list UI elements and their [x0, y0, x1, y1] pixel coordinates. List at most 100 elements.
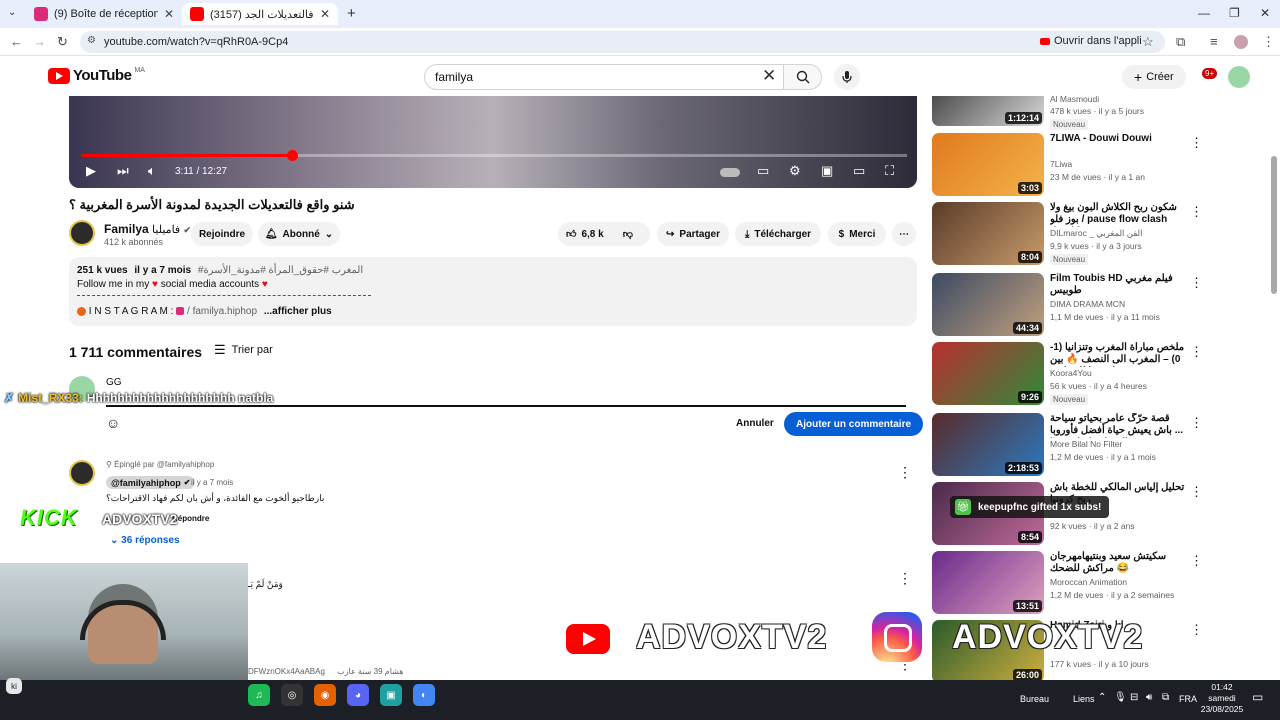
url-input[interactable]: ⚙ youtube.com/watch?v=qRhR0A-9Cp4: [80, 31, 1165, 53]
account-avatar[interactable]: [1228, 66, 1250, 88]
thanks-button[interactable]: $ Merci: [828, 222, 886, 246]
taskbar-links-label[interactable]: Liens: [1073, 694, 1095, 704]
comment-menu-icon[interactable]: ⋮: [898, 464, 912, 481]
video-thumbnail[interactable]: 13:51: [932, 551, 1044, 614]
tray-volume-icon[interactable]: 🔊︎: [1146, 692, 1152, 703]
streamlabs-icon[interactable]: ▣: [380, 684, 402, 706]
theater-mode-icon[interactable]: ▭: [853, 163, 865, 179]
spotify-icon[interactable]: ♫: [248, 684, 270, 706]
tab-close-icon[interactable]: ✕: [164, 7, 174, 21]
thumbs-up-icon[interactable]: 👍︎: [566, 228, 576, 240]
recommended-video[interactable]: 1:12:14 Al Masmoudi 478 k vues · il y a 5 …: [932, 63, 1262, 130]
recommended-menu-icon[interactable]: ⋮: [1190, 344, 1203, 360]
show-more-button[interactable]: ...afficher plus: [264, 306, 332, 317]
recommended-menu-icon[interactable]: ⋮: [1190, 553, 1203, 569]
thumbs-down-icon[interactable]: 👎︎: [623, 228, 633, 240]
view-replies-button[interactable]: ⌄ 36 réponses: [110, 535, 180, 546]
back-icon[interactable]: ←: [10, 34, 23, 49]
comment-input[interactable]: GG: [106, 377, 122, 388]
recommended-video[interactable]: 13:51 سكيتش سعيد وبنتيهامهرجان مراكش للضح…: [932, 551, 1262, 615]
progress-scrubber-handle[interactable]: [286, 150, 298, 161]
like-dislike-group[interactable]: 👍︎ 6,8 k 👎︎: [558, 222, 650, 246]
forward-icon[interactable]: →: [33, 34, 46, 49]
hashtags[interactable]: #المغرب #حقوق_المرأة #مدونة_الأسرة: [198, 265, 363, 276]
recommended-title[interactable]: Film Toubis HD فيلم مغربي طوبيس: [1050, 273, 1188, 297]
voice-search-button[interactable]: [834, 64, 860, 90]
tray-mic-icon[interactable]: 🎙︎: [1114, 692, 1127, 703]
tray-chevron-icon[interactable]: ⌃: [1098, 692, 1106, 703]
reload-icon[interactable]: ↻: [57, 34, 68, 50]
video-thumbnail[interactable]: 44:34: [932, 273, 1044, 336]
recommended-channel[interactable]: DIMA DRAMA MCN: [1050, 299, 1125, 309]
recommended-channel[interactable]: DILmaroc _ الفن المغربي: [1050, 228, 1143, 239]
window-close-icon[interactable]: ✕: [1260, 6, 1270, 20]
recommended-title[interactable]: سكيتش سعيد وبنتيهامهرجان مراكش للضحك 😂: [1050, 551, 1188, 575]
restore-icon[interactable]: ❐: [1229, 6, 1240, 20]
browser-menu-icon[interactable]: ⋮: [1262, 34, 1275, 50]
tray-network-2-icon[interactable]: ⧉: [1162, 692, 1169, 703]
channel-avatar[interactable]: [69, 220, 95, 246]
chrome-icon[interactable]: ◐: [413, 684, 435, 706]
recommended-video[interactable]: 3:03 7LIWA - Douwi Douwi 7Liwa 23 M de vues…: [932, 133, 1262, 197]
recommended-video[interactable]: 2:18:53 قصة حرّگ عامر بحياتو سياحة باش يع…: [932, 413, 1262, 477]
taskbar-clock[interactable]: 01:42 samedi 23/08/2025: [1200, 682, 1244, 715]
obs-icon[interactable]: ◎: [281, 684, 303, 706]
comment-author-badge[interactable]: @familyahiphop ✔: [106, 476, 196, 489]
recommended-title[interactable]: ملخص مباراة المغرب وتنزانيا (1-0) – المغ…: [1050, 342, 1188, 367]
volume-icon[interactable]: 🔈︎: [148, 163, 156, 179]
site-info-icon[interactable]: ⚙: [87, 35, 96, 46]
taskbar-desktop-label[interactable]: Bureau: [1020, 694, 1049, 704]
autoplay-toggle[interactable]: [720, 168, 740, 177]
discord-icon[interactable]: ◕: [347, 684, 369, 706]
recommended-channel[interactable]: 7Liwa: [1050, 159, 1072, 169]
recommended-video[interactable]: 9:26 ملخص مباراة المغرب وتنزانيا (1-0) – …: [932, 342, 1262, 406]
join-button[interactable]: Rejoindre: [191, 222, 253, 246]
tray-network-icon[interactable]: ⊟: [1130, 692, 1138, 703]
miniplayer-icon[interactable]: ▣: [821, 163, 833, 179]
video-thumbnail[interactable]: 9:26: [932, 342, 1044, 405]
recommended-title[interactable]: قصة حرّگ عامر بحياتو سياحة باش يعيش حياة…: [1050, 413, 1188, 438]
youtube-logo[interactable]: YouTube MA: [48, 67, 145, 84]
tab-close-icon[interactable]: ✕: [320, 7, 330, 21]
recommended-channel[interactable]: More Bilal No Filter: [1050, 439, 1122, 449]
recommended-menu-icon[interactable]: ⋮: [1190, 415, 1203, 431]
fullscreen-icon[interactable]: ⛶: [885, 163, 894, 179]
search-button[interactable]: [784, 64, 822, 90]
share-button[interactable]: ↪ Partager: [657, 222, 729, 246]
clear-search-icon[interactable]: ✕: [762, 66, 776, 86]
subscribed-button[interactable]: 🔔︎ Abonné ⌄: [258, 222, 340, 246]
video-thumbnail[interactable]: 2:18:53: [932, 413, 1044, 476]
kick-app-icon[interactable]: ki: [6, 678, 22, 694]
reply-button[interactable]: Répondre: [172, 514, 209, 523]
recommended-video[interactable]: 8:04 شكون ربح الكلاش البون بيغ ولا بوز فل…: [932, 202, 1262, 266]
channel-name[interactable]: Familya فاميليا ✔: [104, 222, 191, 236]
media-controls-icon[interactable]: ≡: [1210, 34, 1218, 49]
tab-list-icon[interactable]: ⌄: [8, 7, 16, 18]
extensions-icon[interactable]: ⧉: [1176, 34, 1185, 50]
sort-comments-button[interactable]: ☰ Trier par: [214, 342, 273, 358]
comment-author-avatar[interactable]: [69, 460, 95, 486]
video-thumbnail[interactable]: 8:04: [932, 202, 1044, 265]
cancel-comment-button[interactable]: Annuler: [728, 412, 782, 434]
firefox-icon[interactable]: ◉: [314, 684, 336, 706]
page-scrollbar[interactable]: [1271, 156, 1277, 294]
submit-comment-button[interactable]: Ajouter un commentaire: [784, 412, 924, 436]
recommended-menu-icon[interactable]: ⋮: [1190, 484, 1203, 500]
new-tab-button[interactable]: +: [347, 5, 356, 22]
recommended-title[interactable]: شكون ربح الكلاش البون بيغ ولا بوز فلو / …: [1050, 202, 1188, 227]
recommended-channel[interactable]: Moroccan Animation: [1050, 577, 1127, 587]
bookmark-star-icon[interactable]: ☆: [1142, 34, 1154, 50]
create-button[interactable]: + Créer: [1122, 65, 1186, 89]
emoji-picker-icon[interactable]: ☺: [106, 415, 120, 431]
instagram-handle[interactable]: / familya.hiphop: [187, 306, 257, 317]
notification-center-icon[interactable]: ▭: [1252, 690, 1263, 704]
profile-icon[interactable]: [1234, 35, 1248, 49]
comment-menu-icon[interactable]: ⋮: [898, 570, 912, 587]
search-input[interactable]: familya: [424, 64, 784, 90]
recommended-menu-icon[interactable]: ⋮: [1190, 275, 1203, 291]
recommended-menu-icon[interactable]: ⋮: [1190, 135, 1203, 151]
download-button[interactable]: ⤓ Télécharger: [735, 222, 821, 246]
video-thumbnail[interactable]: 3:03: [932, 133, 1044, 196]
settings-gear-icon[interactable]: ⚙: [789, 163, 801, 179]
recommended-title[interactable]: 7LIWA - Douwi Douwi: [1050, 133, 1188, 145]
